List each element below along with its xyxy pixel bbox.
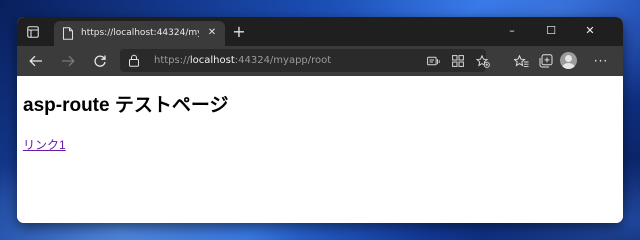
- title-bar: https://localhost:44324/myapp/root ✕ + –…: [17, 17, 623, 46]
- tab-actions-icon: [27, 26, 39, 38]
- browser-window: https://localhost:44324/myapp/root ✕ + –…: [17, 17, 623, 223]
- tab-actions-button[interactable]: [23, 23, 43, 41]
- back-icon: [29, 55, 42, 67]
- window-close-button[interactable]: ✕: [575, 21, 605, 41]
- profile-icon[interactable]: [560, 52, 577, 69]
- favorites-button[interactable]: [510, 50, 532, 72]
- active-tab[interactable]: https://localhost:44324/myapp/root ✕: [54, 21, 225, 46]
- page-icon: [63, 27, 73, 40]
- url-scheme: https://: [154, 55, 190, 66]
- read-aloud-icon: [426, 56, 440, 65]
- read-aloud-button[interactable]: [425, 53, 441, 69]
- page-content: asp-route テストページ リンク1: [17, 76, 623, 223]
- avatar-head: [565, 55, 572, 62]
- collections-icon: [539, 54, 553, 68]
- app-available-icon: [452, 55, 464, 67]
- url-text[interactable]: https://localhost:44324/myapp/root: [154, 53, 404, 68]
- more-icon[interactable]: ···: [590, 50, 612, 72]
- lock-icon[interactable]: [128, 54, 140, 67]
- page-heading: asp-route テストページ: [23, 95, 229, 116]
- plus-icon[interactable]: +: [230, 23, 248, 41]
- maximize-button[interactable]: ☐: [536, 21, 566, 41]
- close-icon[interactable]: ✕: [205, 26, 219, 40]
- forward-button[interactable]: [57, 50, 79, 72]
- tab-title: https://localhost:44324/myapp/root: [81, 28, 199, 38]
- add-favorite-icon: [476, 54, 490, 68]
- refresh-button[interactable]: [89, 50, 111, 72]
- collections-button[interactable]: [535, 50, 557, 72]
- link-1[interactable]: リンク1: [23, 137, 66, 153]
- favorites-icon: [513, 54, 528, 67]
- avatar-body: [562, 63, 575, 69]
- browser-toolbar: https://localhost:44324/myapp/root ···: [17, 46, 623, 76]
- app-available-button[interactable]: [450, 53, 466, 69]
- minimize-button[interactable]: –: [497, 21, 527, 41]
- refresh-icon: [94, 55, 106, 67]
- back-button[interactable]: [25, 50, 47, 72]
- address-bar[interactable]: https://localhost:44324/myapp/root: [120, 49, 490, 72]
- add-favorite-button[interactable]: [475, 53, 491, 69]
- forward-icon: [62, 55, 75, 67]
- url-host: localhost: [189, 55, 235, 66]
- url-path: :44324/myapp/root: [234, 55, 332, 66]
